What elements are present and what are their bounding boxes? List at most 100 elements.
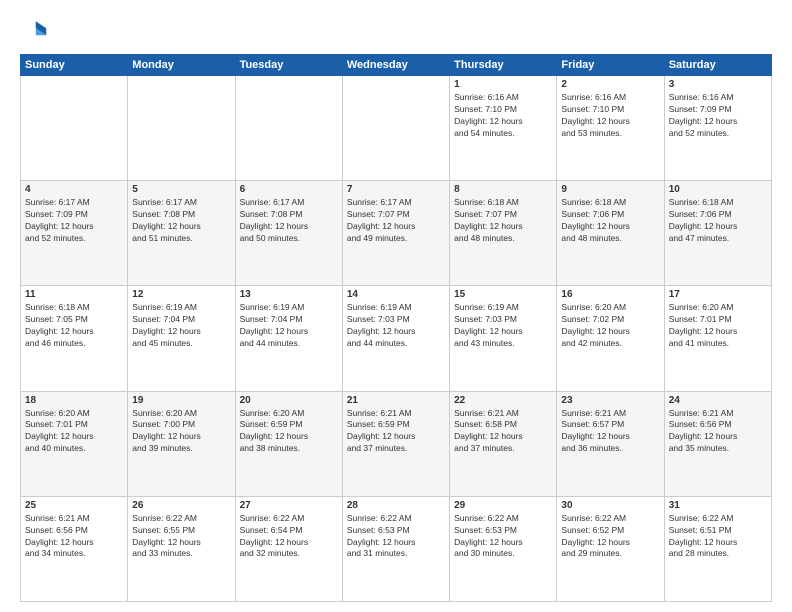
day-content: Sunrise: 6:17 AM Sunset: 7:07 PM Dayligh… [347, 197, 445, 245]
day-number: 16 [561, 289, 659, 300]
day-content: Sunrise: 6:20 AM Sunset: 7:01 PM Dayligh… [669, 302, 767, 350]
col-header-monday: Monday [128, 55, 235, 76]
calendar-cell [342, 76, 449, 181]
calendar-cell: 14 Sunrise: 6:19 AM Sunset: 7:03 PM Dayli… [342, 286, 449, 391]
logo-icon [20, 16, 48, 44]
day-content: Sunrise: 6:17 AM Sunset: 7:08 PM Dayligh… [240, 197, 338, 245]
day-content: Sunrise: 6:21 AM Sunset: 6:56 PM Dayligh… [25, 513, 123, 561]
day-number: 19 [132, 395, 230, 406]
day-number: 24 [669, 395, 767, 406]
day-number: 23 [561, 395, 659, 406]
day-content: Sunrise: 6:22 AM Sunset: 6:54 PM Dayligh… [240, 513, 338, 561]
day-content: Sunrise: 6:16 AM Sunset: 7:10 PM Dayligh… [454, 92, 552, 140]
calendar-cell: 2 Sunrise: 6:16 AM Sunset: 7:10 PM Daylig… [557, 76, 664, 181]
day-content: Sunrise: 6:20 AM Sunset: 7:02 PM Dayligh… [561, 302, 659, 350]
calendar-cell: 1 Sunrise: 6:16 AM Sunset: 7:10 PM Daylig… [450, 76, 557, 181]
day-number: 2 [561, 79, 659, 90]
calendar-cell [21, 76, 128, 181]
day-number: 9 [561, 184, 659, 195]
calendar-cell: 11 Sunrise: 6:18 AM Sunset: 7:05 PM Dayli… [21, 286, 128, 391]
day-number: 17 [669, 289, 767, 300]
day-number: 12 [132, 289, 230, 300]
calendar-header-row: SundayMondayTuesdayWednesdayThursdayFrid… [21, 55, 772, 76]
calendar-week-1: 1 Sunrise: 6:16 AM Sunset: 7:10 PM Daylig… [21, 76, 772, 181]
day-content: Sunrise: 6:22 AM Sunset: 6:53 PM Dayligh… [347, 513, 445, 561]
calendar-cell: 10 Sunrise: 6:18 AM Sunset: 7:06 PM Dayli… [664, 181, 771, 286]
day-number: 14 [347, 289, 445, 300]
calendar-cell: 9 Sunrise: 6:18 AM Sunset: 7:06 PM Daylig… [557, 181, 664, 286]
day-content: Sunrise: 6:19 AM Sunset: 7:04 PM Dayligh… [132, 302, 230, 350]
day-number: 18 [25, 395, 123, 406]
day-content: Sunrise: 6:20 AM Sunset: 7:00 PM Dayligh… [132, 408, 230, 456]
calendar-cell: 4Sunrise: 6:17 AM Sunset: 7:09 PM Daylig… [21, 181, 128, 286]
calendar-cell: 5 Sunrise: 6:17 AM Sunset: 7:08 PM Daylig… [128, 181, 235, 286]
calendar-week-3: 11 Sunrise: 6:18 AM Sunset: 7:05 PM Dayli… [21, 286, 772, 391]
day-number: 3 [669, 79, 767, 90]
day-number: 29 [454, 500, 552, 511]
calendar-cell: 21 Sunrise: 6:21 AM Sunset: 6:59 PM Dayli… [342, 391, 449, 496]
day-number: 5 [132, 184, 230, 195]
day-number: 1 [454, 79, 552, 90]
day-number: 13 [240, 289, 338, 300]
day-content: Sunrise: 6:18 AM Sunset: 7:06 PM Dayligh… [561, 197, 659, 245]
calendar-cell: 7 Sunrise: 6:17 AM Sunset: 7:07 PM Daylig… [342, 181, 449, 286]
calendar-cell: 30 Sunrise: 6:22 AM Sunset: 6:52 PM Dayli… [557, 496, 664, 601]
calendar-cell: 23 Sunrise: 6:21 AM Sunset: 6:57 PM Dayli… [557, 391, 664, 496]
day-number: 11 [25, 289, 123, 300]
calendar-cell: 28 Sunrise: 6:22 AM Sunset: 6:53 PM Dayli… [342, 496, 449, 601]
calendar-cell: 24 Sunrise: 6:21 AM Sunset: 6:56 PM Dayli… [664, 391, 771, 496]
day-number: 7 [347, 184, 445, 195]
header [20, 16, 772, 44]
calendar-cell: 25 Sunrise: 6:21 AM Sunset: 6:56 PM Dayli… [21, 496, 128, 601]
day-content: Sunrise: 6:18 AM Sunset: 7:05 PM Dayligh… [25, 302, 123, 350]
day-content: Sunrise: 6:22 AM Sunset: 6:55 PM Dayligh… [132, 513, 230, 561]
day-content: Sunrise: 6:22 AM Sunset: 6:51 PM Dayligh… [669, 513, 767, 561]
day-content: Sunrise: 6:16 AM Sunset: 7:10 PM Dayligh… [561, 92, 659, 140]
day-content: Sunrise: 6:18 AM Sunset: 7:06 PM Dayligh… [669, 197, 767, 245]
calendar-cell: 17 Sunrise: 6:20 AM Sunset: 7:01 PM Dayli… [664, 286, 771, 391]
calendar-cell: 19 Sunrise: 6:20 AM Sunset: 7:00 PM Dayli… [128, 391, 235, 496]
calendar-cell: 27 Sunrise: 6:22 AM Sunset: 6:54 PM Dayli… [235, 496, 342, 601]
day-number: 31 [669, 500, 767, 511]
day-content: Sunrise: 6:19 AM Sunset: 7:04 PM Dayligh… [240, 302, 338, 350]
day-content: Sunrise: 6:19 AM Sunset: 7:03 PM Dayligh… [454, 302, 552, 350]
calendar-cell: 31 Sunrise: 6:22 AM Sunset: 6:51 PM Dayli… [664, 496, 771, 601]
day-number: 25 [25, 500, 123, 511]
col-header-thursday: Thursday [450, 55, 557, 76]
col-header-tuesday: Tuesday [235, 55, 342, 76]
calendar-cell: 22Sunrise: 6:21 AM Sunset: 6:58 PM Dayli… [450, 391, 557, 496]
day-number: 26 [132, 500, 230, 511]
day-number: 28 [347, 500, 445, 511]
col-header-saturday: Saturday [664, 55, 771, 76]
calendar-cell: 26 Sunrise: 6:22 AM Sunset: 6:55 PM Dayli… [128, 496, 235, 601]
calendar-cell: 16 Sunrise: 6:20 AM Sunset: 7:02 PM Dayli… [557, 286, 664, 391]
calendar-cell: 20Sunrise: 6:20 AM Sunset: 6:59 PM Dayli… [235, 391, 342, 496]
day-content: Sunrise: 6:18 AM Sunset: 7:07 PM Dayligh… [454, 197, 552, 245]
day-number: 21 [347, 395, 445, 406]
page: SundayMondayTuesdayWednesdayThursdayFrid… [0, 0, 792, 612]
day-number: 15 [454, 289, 552, 300]
calendar-cell: 3Sunrise: 6:16 AM Sunset: 7:09 PM Daylig… [664, 76, 771, 181]
calendar-week-2: 4Sunrise: 6:17 AM Sunset: 7:09 PM Daylig… [21, 181, 772, 286]
logo [20, 16, 52, 44]
calendar-cell: 8Sunrise: 6:18 AM Sunset: 7:07 PM Daylig… [450, 181, 557, 286]
calendar-week-4: 18Sunrise: 6:20 AM Sunset: 7:01 PM Dayli… [21, 391, 772, 496]
day-number: 27 [240, 500, 338, 511]
day-number: 30 [561, 500, 659, 511]
day-content: Sunrise: 6:22 AM Sunset: 6:52 PM Dayligh… [561, 513, 659, 561]
calendar-cell [128, 76, 235, 181]
day-number: 10 [669, 184, 767, 195]
col-header-wednesday: Wednesday [342, 55, 449, 76]
day-content: Sunrise: 6:21 AM Sunset: 6:59 PM Dayligh… [347, 408, 445, 456]
calendar-cell: 13 Sunrise: 6:19 AM Sunset: 7:04 PM Dayli… [235, 286, 342, 391]
day-number: 22 [454, 395, 552, 406]
day-content: Sunrise: 6:17 AM Sunset: 7:08 PM Dayligh… [132, 197, 230, 245]
day-content: Sunrise: 6:19 AM Sunset: 7:03 PM Dayligh… [347, 302, 445, 350]
calendar-cell: 6 Sunrise: 6:17 AM Sunset: 7:08 PM Daylig… [235, 181, 342, 286]
day-content: Sunrise: 6:21 AM Sunset: 6:57 PM Dayligh… [561, 408, 659, 456]
day-number: 6 [240, 184, 338, 195]
calendar-week-5: 25 Sunrise: 6:21 AM Sunset: 6:56 PM Dayli… [21, 496, 772, 601]
day-content: Sunrise: 6:20 AM Sunset: 6:59 PM Dayligh… [240, 408, 338, 456]
day-content: Sunrise: 6:21 AM Sunset: 6:56 PM Dayligh… [669, 408, 767, 456]
calendar-table: SundayMondayTuesdayWednesdayThursdayFrid… [20, 54, 772, 602]
